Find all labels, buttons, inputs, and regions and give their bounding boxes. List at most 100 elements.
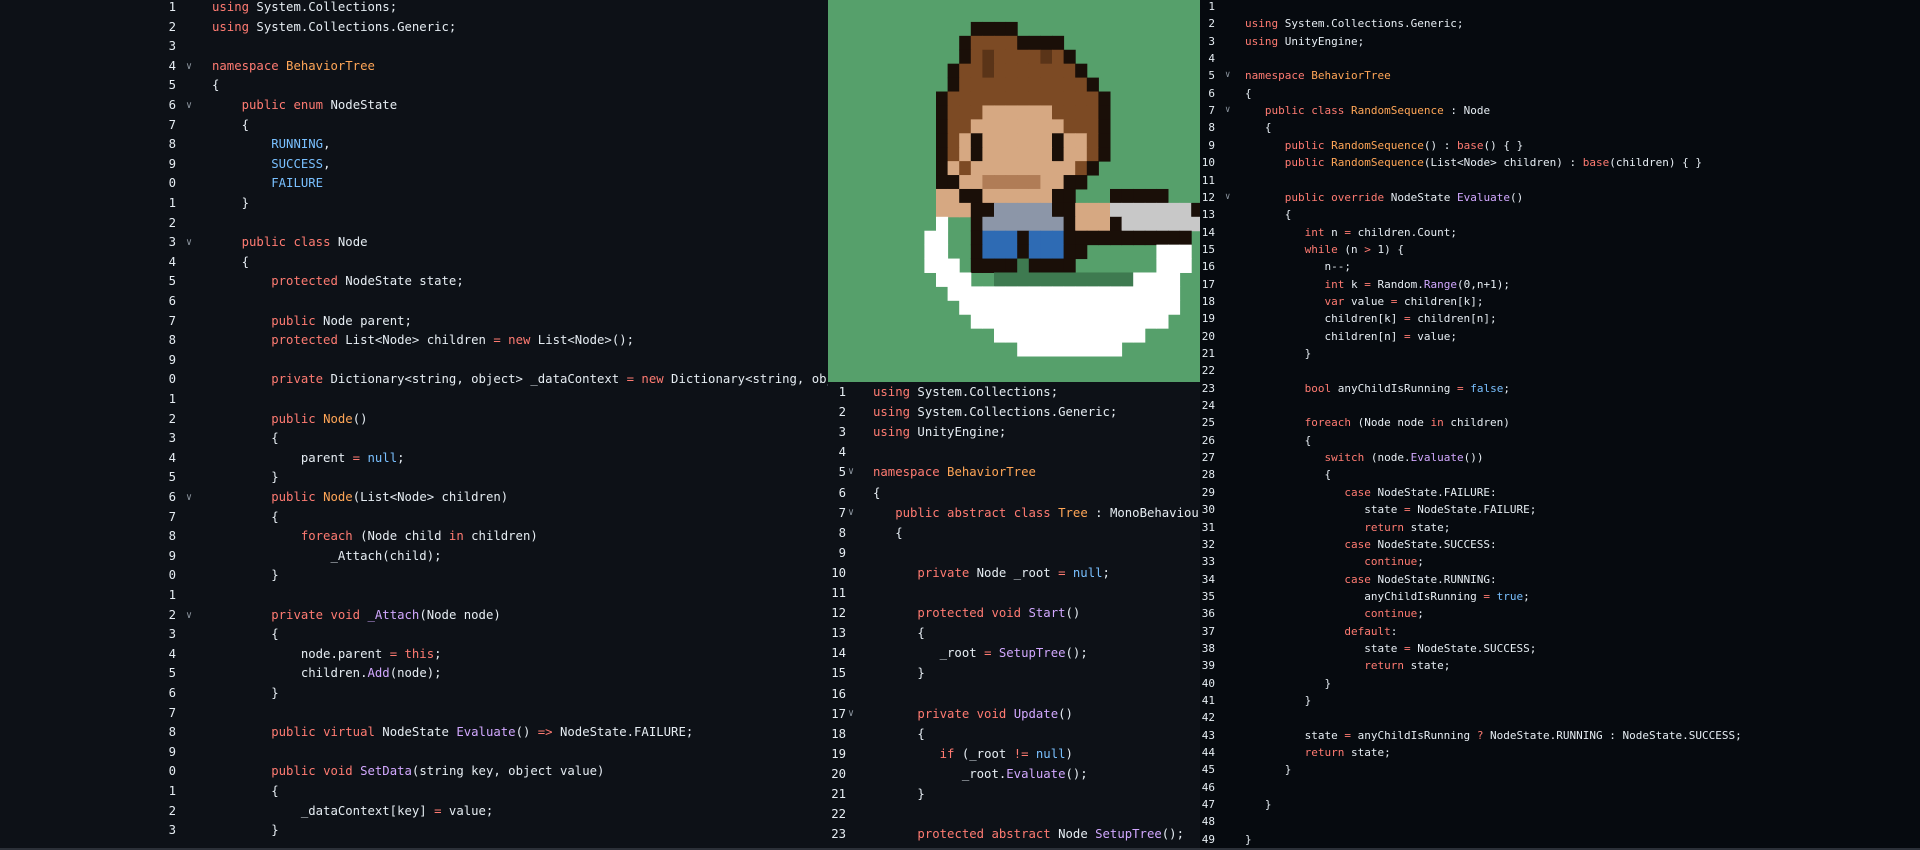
fold-chevron-icon[interactable]: ∨ [848,503,854,523]
fold-chevron-icon[interactable]: ∨ [186,96,192,116]
line-number: 8 [168,333,176,348]
sprite-pixel [1156,230,1169,246]
code-token: Node [1050,827,1096,842]
code-line: 20 children[n] = value; [1200,328,1920,345]
sprite-pixel [1191,216,1200,232]
line-number: 3 [168,39,176,54]
line-number: 43 [1201,728,1215,742]
sprite-pixel [982,147,995,162]
code-line: 33 continue; [1200,553,1920,570]
fold-chevron-icon[interactable]: ∨ [848,462,854,482]
code-token: NodeState.RUNNING : NodeState.SUCCESS; [1483,728,1742,742]
code-token: null [1035,746,1066,761]
fold-chevron-icon[interactable]: ∨ [1225,67,1230,84]
sprite-pixel [970,300,983,315]
sprite-pixel [1063,133,1076,148]
code-token: } [212,686,279,700]
code-text: public class RandomSequence : Node [1245,102,1490,119]
sprite-pixel [1075,147,1088,162]
sprite-pixel [1144,230,1157,246]
sprite-pixel [982,77,995,93]
code-token: value [1344,294,1391,308]
code-line: 10 public RandomSequence(List<Node> chil… [1200,154,1920,171]
code-line: 9 public RandomSequence() : base() { } [1200,137,1920,154]
sprite-pixel [982,258,995,273]
sprite-pixel [1133,328,1146,343]
sprite-pixel [1005,21,1018,37]
line-number: 41 [1201,694,1215,707]
code-token: () { } [1483,138,1524,152]
fold-chevron-icon[interactable]: ∨ [186,57,192,77]
code-token: class [293,235,331,250]
code-token: state [1245,641,1404,655]
line-number: 19 [831,746,846,761]
fold-chevron-icon[interactable]: ∨ [186,488,192,508]
sprite-pixel [1052,286,1065,301]
sprite-pixel [959,91,972,106]
code-line: 8 { [1200,119,1920,136]
code-line: 7 [0,704,828,724]
code-token: } [212,823,279,838]
line-number: 4 [1208,52,1215,66]
line-number: 0 [168,764,176,779]
code-token: = [1058,565,1066,580]
code-token: return [1304,746,1345,760]
sprite-pixel [1005,314,1018,329]
code-text: public class Node [212,233,368,253]
sprite-pixel [1017,230,1030,246]
code-token: System.Collections.Generic; [249,19,457,34]
sprite-pixel [1075,314,1088,329]
sprite-pixel [1098,286,1111,301]
line-number: 6 [168,686,176,700]
code-token: : Node [1443,104,1491,118]
code-line: 19 children[k] = children[n]; [1200,310,1920,327]
sprite-pixel [1005,91,1018,106]
pixel-character-icon [924,21,1200,357]
fold-chevron-icon[interactable]: ∨ [1225,189,1230,206]
code-token: anyChildIsRunning [1245,589,1484,603]
code-token: override [1331,190,1385,204]
line-number: 6 [168,294,176,308]
line-number: 3 [168,431,176,446]
fold-chevron-icon[interactable]: ∨ [848,704,854,724]
code-token: UnityEngine; [910,425,1007,440]
code-token: NodeState.SUCCESS; [1410,641,1537,655]
sprite-pixel [959,202,972,218]
code-token: children[n] [1245,329,1404,343]
sprite-pixel [1075,230,1088,246]
code-token: public [1284,190,1325,204]
fold-chevron-icon[interactable]: ∨ [186,233,192,253]
sprite-pixel [1063,188,1076,204]
sprite-pixel [1086,77,1099,93]
code-token: false [1470,381,1504,395]
line-number: 9 [168,352,176,367]
code-line: 22 [828,804,1200,824]
fold-chevron-icon[interactable]: ∨ [1225,102,1230,119]
code-token: Add [367,666,390,681]
fold-chevron-icon[interactable]: ∨ [186,606,192,626]
sprite-pixel [936,119,949,134]
code-text: } [1245,796,1272,813]
sprite-pixel [947,91,960,106]
sprite-pixel [1040,272,1053,287]
line-number: 0 [168,372,176,387]
code-token: 1) { [1370,242,1404,256]
code-text: using System.Collections; [873,382,1058,402]
code-line: 8 RUNNING, [0,135,828,155]
sprite-pixel [1052,300,1065,315]
sprite-pixel [994,244,1007,260]
code-text: private Node _root = null; [873,563,1110,583]
code-token: SetupTree [998,646,1066,661]
code-token: Update [1013,706,1059,721]
code-token: n--; [1245,260,1351,274]
line-number: 24 [1201,399,1215,413]
sprite-pixel [1156,216,1169,232]
